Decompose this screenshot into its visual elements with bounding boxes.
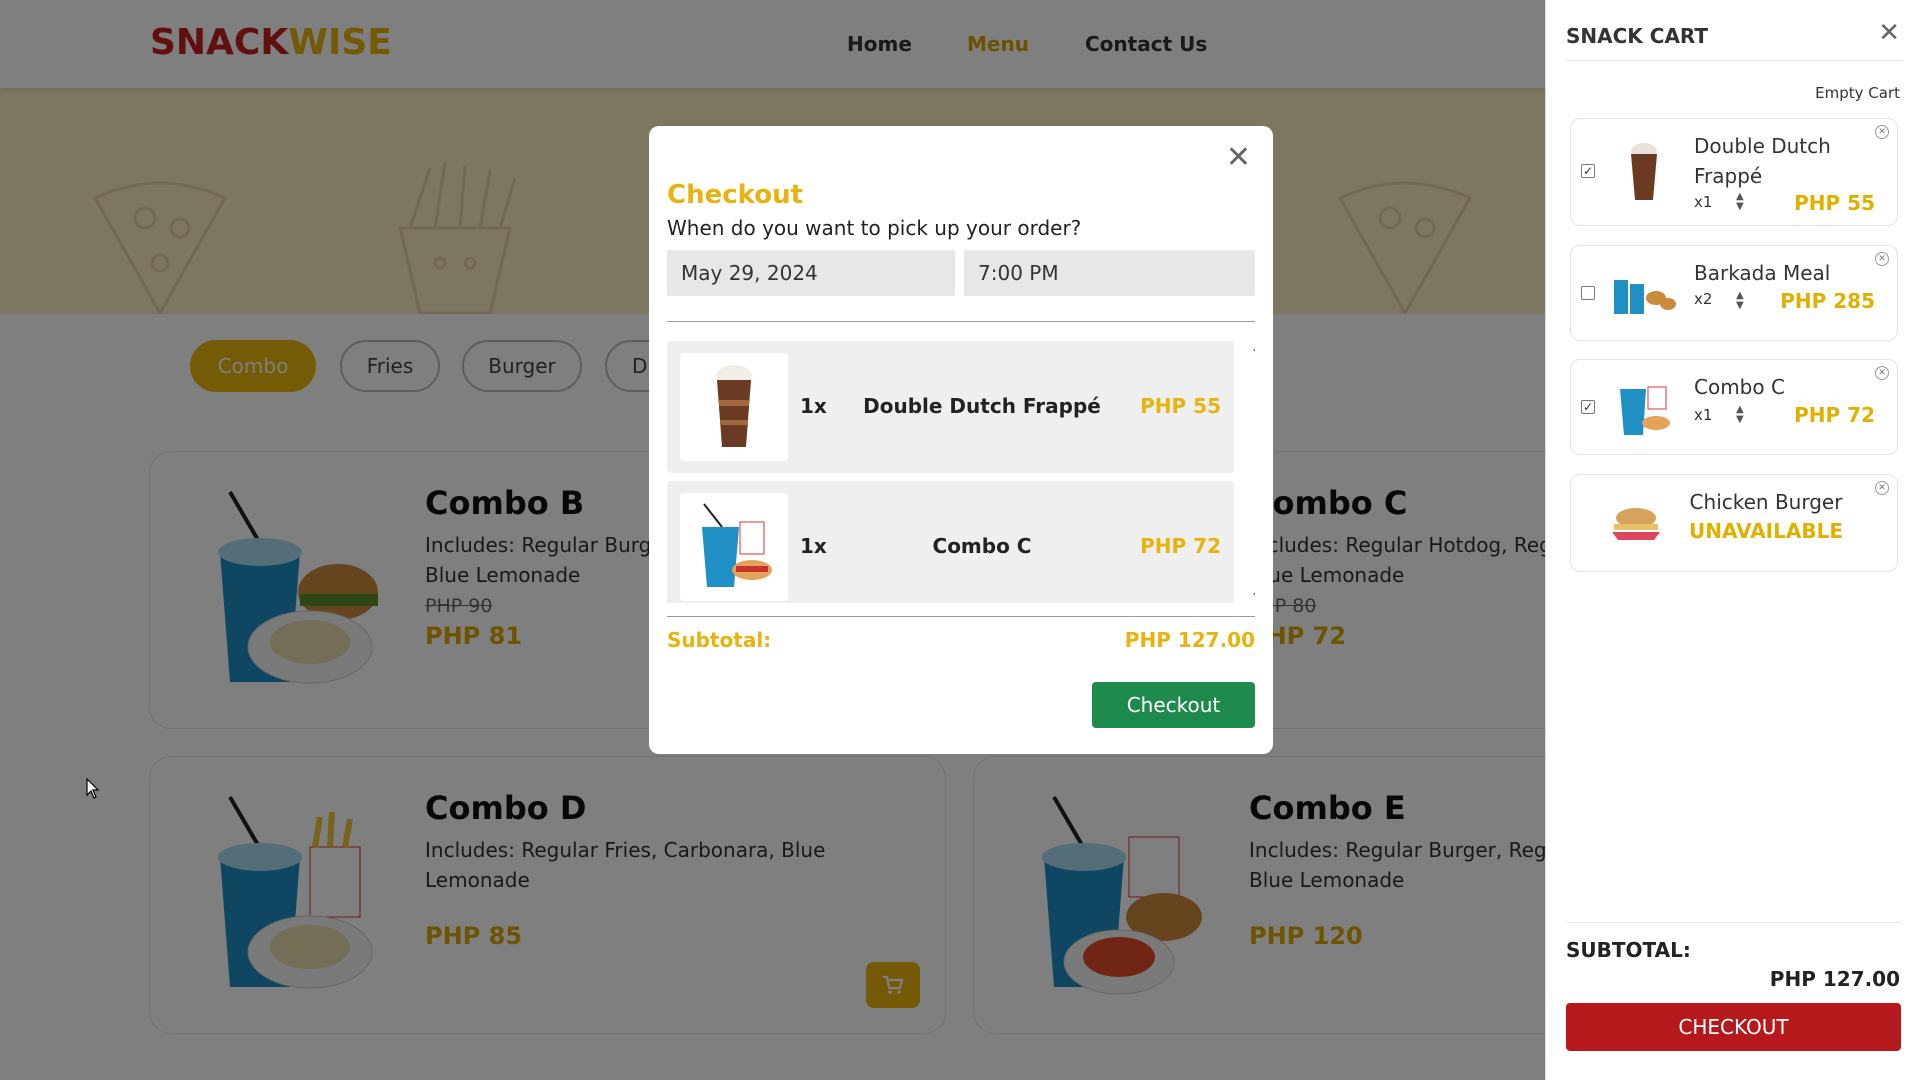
cart-subtotal-value: PHP 127.00 <box>1769 967 1900 991</box>
remove-item-icon[interactable]: ✕ <box>1875 481 1889 495</box>
scroll-up-arrow-icon <box>1253 348 1255 351</box>
cart-checkout-button[interactable]: CHECKOUT <box>1566 1003 1901 1051</box>
order-item: 1x Double Dutch Frappé PHP 55 <box>667 341 1234 473</box>
chicken-burger-image <box>1612 508 1660 540</box>
divider <box>1566 60 1901 61</box>
item-checkbox[interactable] <box>1581 286 1595 300</box>
item-quantity: 1x <box>800 534 827 558</box>
cart-item-quantity: x1 <box>1694 406 1713 424</box>
item-name: Double Dutch Frappé <box>863 394 1101 418</box>
barkada-meal-image <box>1614 280 1676 314</box>
close-icon[interactable]: ✕ <box>1226 140 1251 175</box>
mouse-cursor-icon <box>86 778 100 799</box>
frappe-thumbnail <box>680 353 788 461</box>
cart-item-price: PHP 285 <box>1780 289 1875 313</box>
order-item: 1x Combo C PHP 72 <box>667 481 1234 603</box>
combo-c-image <box>1620 386 1670 435</box>
item-quantity: 1x <box>800 394 827 418</box>
subtotal-label: Subtotal: <box>667 628 772 652</box>
chicken-burger-thumbnail <box>1601 489 1671 559</box>
cart-item-price: PHP 72 <box>1794 403 1875 427</box>
scroll-down-arrow-icon <box>1253 593 1255 596</box>
snack-cart-sidebar: SNACK CART ✕ Empty Cart ✓ Double Dutch F… <box>1545 0 1920 1080</box>
list-scrollbar[interactable] <box>1252 341 1255 603</box>
cart-item-name: Double Dutch Frappé <box>1694 134 1831 188</box>
cart-item-name: Barkada Meal <box>1694 261 1831 285</box>
cart-item-name: Chicken Burger <box>1689 490 1843 514</box>
remove-item-icon[interactable]: ✕ <box>1875 125 1889 139</box>
quantity-stepper[interactable]: ▲ ▼ <box>1736 405 1744 425</box>
empty-cart-button[interactable]: Empty Cart <box>1815 84 1900 102</box>
combo-c-image <box>702 503 772 587</box>
pickup-question: When do you want to pick up your order? <box>667 216 1082 240</box>
barkada-meal-thumbnail <box>1609 258 1679 328</box>
quantity-stepper[interactable]: ▲ ▼ <box>1736 291 1744 311</box>
cart-item: ✓ Combo C x1 ▲ ▼ PHP 72 ✕ <box>1570 359 1898 455</box>
divider <box>667 616 1255 617</box>
combo-c-thumbnail <box>1609 372 1679 442</box>
frappe-image <box>716 365 752 447</box>
divider <box>1566 922 1901 923</box>
quantity-stepper[interactable]: ▲ ▼ <box>1736 192 1744 212</box>
order-items-list[interactable]: 1x Double Dutch Frappé PHP 55 1x Combo C… <box>667 341 1255 603</box>
cart-title: SNACK CART <box>1566 24 1709 48</box>
item-name: Combo C <box>932 534 1032 558</box>
item-checkbox[interactable]: ✓ <box>1581 164 1595 178</box>
cart-item-name: Combo C <box>1694 375 1785 399</box>
checkout-button[interactable]: Checkout <box>1092 682 1255 728</box>
close-cart-icon[interactable]: ✕ <box>1878 18 1900 48</box>
checkout-modal: ✕ Checkout When do you want to pick up y… <box>649 126 1273 754</box>
cart-item-unavailable: Chicken Burger UNAVAILABLE ✕ <box>1570 474 1898 572</box>
remove-item-icon[interactable]: ✕ <box>1875 252 1889 266</box>
subtotal-value: PHP 127.00 <box>1124 628 1255 652</box>
cart-item-quantity: x1 <box>1694 193 1713 211</box>
item-checkbox[interactable]: ✓ <box>1581 400 1595 414</box>
cart-subtotal-label: SUBTOTAL: <box>1566 938 1691 962</box>
item-price: PHP 55 <box>1140 394 1221 418</box>
remove-item-icon[interactable]: ✕ <box>1875 366 1889 380</box>
pickup-date-field[interactable]: May 29, 2024 <box>667 250 955 296</box>
divider <box>667 321 1255 322</box>
frappe-image <box>1631 143 1657 200</box>
cart-item: ✓ Double Dutch Frappé x1 ▲ ▼ PHP 55 ✕ <box>1570 118 1898 226</box>
pickup-time-field[interactable]: 7:00 PM <box>964 250 1255 296</box>
cart-item-price: PHP 55 <box>1794 191 1875 215</box>
cart-item: Barkada Meal x2 ▲ ▼ PHP 285 ✕ <box>1570 245 1898 341</box>
frappe-thumbnail <box>1609 137 1679 207</box>
modal-title: Checkout <box>667 180 804 210</box>
combo-c-thumbnail <box>680 493 788 601</box>
item-price: PHP 72 <box>1140 534 1221 558</box>
cart-item-quantity: x2 <box>1694 290 1713 308</box>
unavailable-badge: UNAVAILABLE <box>1688 519 1843 543</box>
